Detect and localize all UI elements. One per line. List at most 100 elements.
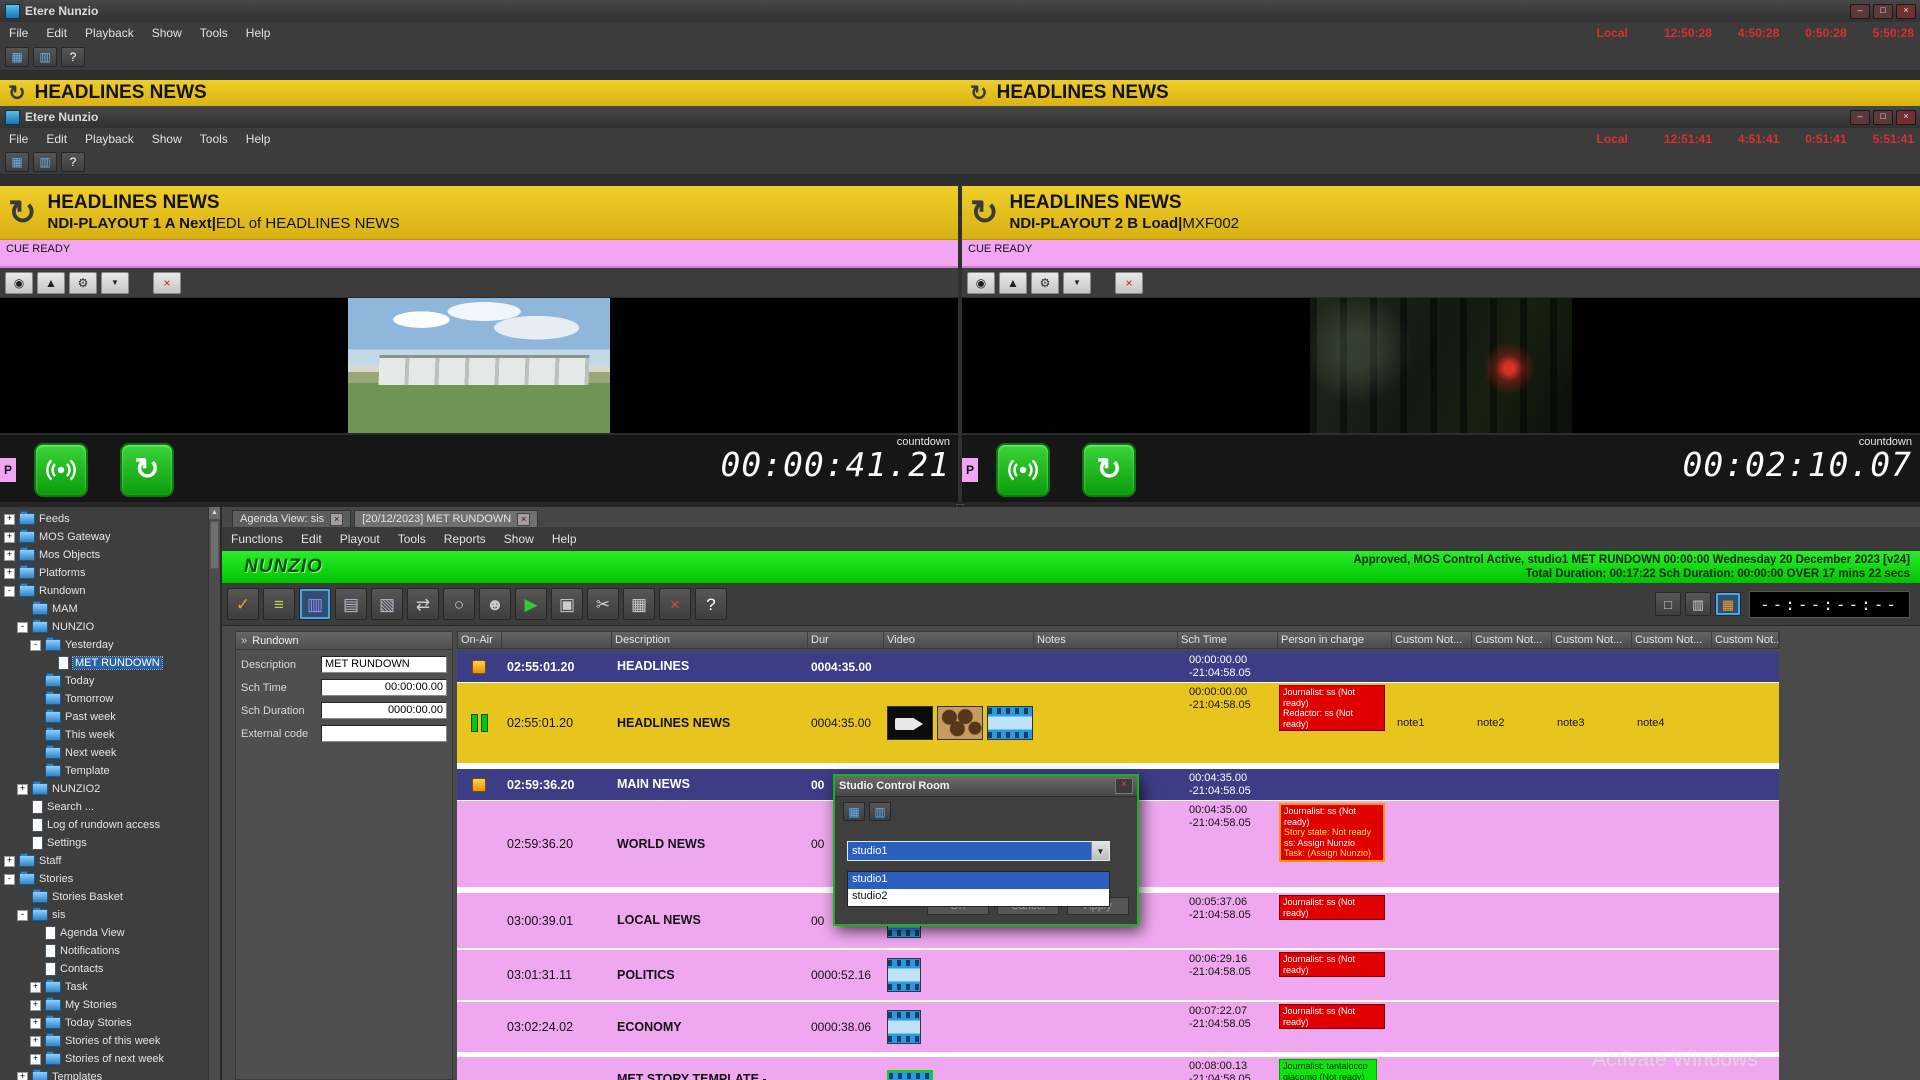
sidebar-item-nunzio2[interactable]: +NUNZIO2 [0,780,220,798]
option-studio2[interactable]: studio2 [848,889,1109,906]
sidebar-scrollbar[interactable]: ▲ [208,507,220,1080]
close-icon[interactable]: × [1896,4,1916,19]
sidebar-item-mos-objects[interactable]: +Mos Objects [0,546,220,564]
tree-expander-icon[interactable]: + [4,568,15,579]
menu-item-help[interactable]: Help [237,23,280,43]
panel-header[interactable]: » Rundown [236,632,452,650]
onair-button[interactable] [996,443,1050,497]
delete-icon[interactable]: × [659,588,691,620]
eject-icon[interactable]: ▲ [999,272,1027,294]
sidebar-item-past-week[interactable]: Past week [0,708,220,726]
paste-icon[interactable]: ▦ [623,588,655,620]
sidebar-item-staff[interactable]: +Staff [0,852,220,870]
sch-duration-field[interactable]: 0000:00.00 [321,702,447,719]
mute-icon[interactable]: × [1115,272,1143,294]
sidebar-item-nunzio[interactable]: -NUNZIO [0,618,220,636]
sidebar-item-my-stories[interactable]: +My Stories [0,996,220,1014]
menu-item-show[interactable]: Show [143,129,191,149]
onair-button[interactable] [34,443,88,497]
template-icon[interactable]: ▤ [335,588,367,620]
grid-icon[interactable]: ▦ [5,47,29,67]
rundown-list-icon[interactable]: ≡ [263,588,295,620]
close-icon[interactable]: × [330,513,343,526]
help-pointer-icon[interactable]: ? [61,152,85,172]
chevron-down-icon[interactable]: ▼ [1091,842,1109,860]
sidebar-item-met-rundown[interactable]: MET RUNDOWN [0,654,220,672]
rundown-story-row[interactable]: 03:02:24.02ECONOMY0000:38.0600:07:22.07-… [457,1002,1779,1052]
preview-icon[interactable]: ◉ [5,272,33,294]
layout-split-icon[interactable]: ▥ [1685,592,1711,616]
tree-expander-icon[interactable]: - [30,640,41,651]
tree-expander-icon[interactable]: + [30,1000,41,1011]
maximize-icon[interactable]: □ [1873,4,1893,19]
settings-icon[interactable]: ⚙ [69,272,97,294]
menu-item-functions[interactable]: Functions [222,529,292,549]
help-pointer-icon[interactable]: ? [61,47,85,67]
sidebar-item-yesterday[interactable]: -Yesterday [0,636,220,654]
sidebar-item-mos-gateway[interactable]: +MOS Gateway [0,528,220,546]
tree-expander-icon[interactable]: - [17,622,28,633]
tree-expander-icon[interactable]: + [17,1072,28,1080]
tree-expander-icon[interactable]: - [17,910,28,921]
script-icon[interactable]: ▧ [371,588,403,620]
column-header-notes[interactable]: Notes [1034,632,1178,648]
sidebar-item-task[interactable]: +Task [0,978,220,996]
column-header-dur[interactable]: Dur [808,632,884,648]
sidebar-item-templates[interactable]: +Templates [0,1068,220,1080]
tree-expander-icon[interactable]: + [30,1036,41,1047]
external-code-field[interactable] [321,725,447,742]
tree-expander-icon[interactable]: + [30,982,41,993]
menu-item-tools[interactable]: Tools [191,129,237,149]
rundown-group-row[interactable]: 02:55:01.20HEADLINES0004:35.0000:00:00.0… [457,651,1779,682]
program-monitor-icon[interactable]: ▥ [869,802,891,821]
rundown-story-row[interactable]: 03:01:31.11POLITICS0000:52.1600:06:29.16… [457,950,1779,1000]
sidebar-item-feeds[interactable]: +Feeds [0,510,220,528]
menu-item-tools[interactable]: Tools [191,23,237,43]
sidebar-item-stories-of-next-week[interactable]: +Stories of next week [0,1050,220,1068]
sidebar-item-settings[interactable]: Settings [0,834,220,852]
layout-icon[interactable]: ▥ [33,47,57,67]
option-studio1[interactable]: studio1 [848,872,1109,889]
sidebar-item-stories-basket[interactable]: Stories Basket [0,888,220,906]
tree-expander-icon[interactable]: + [30,1054,41,1065]
tree-expander-icon[interactable]: + [4,532,15,543]
column-header-on-air[interactable]: On-Air [458,632,502,648]
description-field[interactable]: MET RUNDOWN [321,656,447,673]
menu-item-file[interactable]: File [0,129,37,149]
recue-button[interactable]: ↻ [1082,443,1136,497]
sidebar-item-sis[interactable]: -sis [0,906,220,924]
column-header-video[interactable]: Video [884,632,1034,648]
tree-expander-icon[interactable]: + [4,856,15,867]
menu-item-show[interactable]: Show [143,23,191,43]
tree-expander-icon[interactable]: + [17,784,28,795]
menu-item-edit[interactable]: Edit [37,23,76,43]
deck-tab[interactable]: P [0,458,16,482]
sidebar-item-next-week[interactable]: Next week [0,744,220,762]
dialog-titlebar[interactable]: Studio Control Room × [835,776,1137,797]
grid-icon[interactable]: ▦ [5,152,29,172]
column-header-item[interactable] [502,632,612,648]
column-header-person-in-charge[interactable]: Person in charge [1278,632,1392,648]
sidebar-item-rundown[interactable]: -Rundown [0,582,220,600]
menu-item-show[interactable]: Show [495,529,543,549]
sidebar-item-log-of-rundown-access[interactable]: Log of rundown access [0,816,220,834]
column-header-custom-not[interactable]: Custom Not... [1712,632,1780,648]
sidebar-item-today[interactable]: Today [0,672,220,690]
window2-titlebar[interactable]: Etere Nunzio – □ × [0,106,1920,129]
sidebar-item-platforms[interactable]: +Platforms [0,564,220,582]
recue-button[interactable]: ↻ [120,443,174,497]
studio-select[interactable]: studio1 ▼ [847,841,1110,861]
sidebar-item-agenda-view[interactable]: Agenda View [0,924,220,942]
sidebar-item-stories-of-this-week[interactable]: +Stories of this week [0,1032,220,1050]
settings-caret-icon[interactable]: ▼ [101,272,129,294]
sidebar-item-search[interactable]: Search ... [0,798,220,816]
tree-expander-icon[interactable]: + [4,514,15,525]
sidebar-item-contacts[interactable]: Contacts [0,960,220,978]
cut-icon[interactable]: ✂ [587,588,619,620]
tree-expander-icon[interactable]: + [4,550,15,561]
menu-item-file[interactable]: File [0,23,37,43]
mute-icon[interactable]: × [153,272,181,294]
sidebar-item-mam[interactable]: MAM [0,600,220,618]
close-icon[interactable]: × [517,513,530,526]
menu-item-help[interactable]: Help [543,529,586,549]
